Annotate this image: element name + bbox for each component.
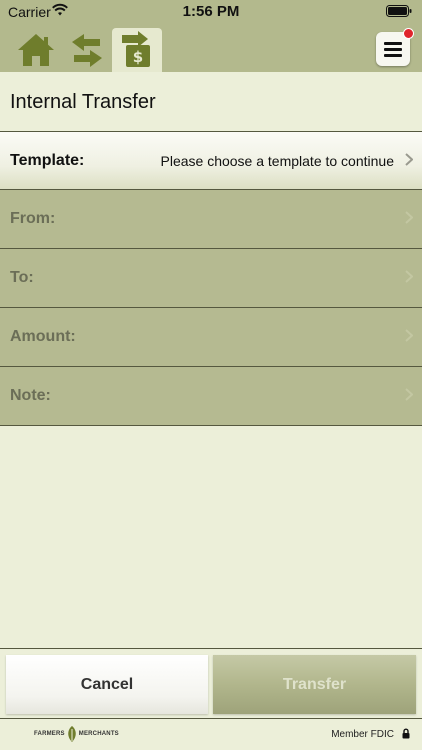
leaf-logo-icon (68, 726, 76, 742)
template-value: Please choose a template to continue (160, 153, 395, 169)
page-title: Internal Transfer (10, 91, 156, 113)
note-row[interactable]: Note: (0, 367, 422, 426)
menu-button[interactable] (376, 28, 414, 66)
status-bar: Carrier 1:56 PM (0, 0, 422, 24)
lock-icon (402, 728, 410, 739)
chevron-right-icon (405, 388, 413, 401)
amount-row[interactable]: Amount: (0, 308, 422, 367)
page-header: Internal Transfer (0, 72, 422, 132)
hamburger-menu-icon (384, 41, 402, 57)
notification-badge (403, 28, 414, 39)
cancel-button[interactable]: Cancel (6, 655, 208, 714)
chevron-right-icon (405, 153, 413, 166)
home-tab[interactable] (11, 28, 61, 72)
transfer-form: Template: Please choose a template to co… (0, 132, 422, 426)
to-row[interactable]: To: (0, 249, 422, 308)
template-row[interactable]: Template: Please choose a template to co… (0, 132, 422, 190)
note-label: Note: (10, 387, 51, 404)
bank-logo: FARMERS MERCHANTS (34, 725, 119, 743)
amount-label: Amount: (10, 328, 76, 345)
transfer-button[interactable]: Transfer (213, 655, 416, 714)
svg-text:$: $ (133, 48, 143, 66)
action-bar: Cancel Transfer (0, 648, 422, 718)
logo-text-left: FARMERS (34, 731, 65, 737)
money-transfer-icon: $ (122, 31, 150, 67)
chevron-right-icon (405, 270, 413, 283)
from-label: From: (10, 210, 56, 227)
template-label: Template: (10, 152, 85, 169)
chevron-right-icon (405, 211, 413, 224)
nav-bar: $ (0, 24, 422, 72)
logo-text-right: MERCHANTS (78, 731, 119, 737)
internal-transfer-tab[interactable]: $ (112, 28, 162, 72)
battery-icon (386, 5, 412, 17)
transfer-arrows-icon (72, 34, 102, 67)
status-time: 1:56 PM (182, 3, 240, 20)
chevron-right-icon (405, 329, 413, 342)
home-icon (18, 34, 54, 66)
footer: FARMERS MERCHANTS Member FDIC (0, 718, 422, 750)
to-label: To: (10, 269, 34, 286)
from-row[interactable]: From: (0, 190, 422, 249)
transfers-tab[interactable] (62, 28, 112, 72)
member-fdic-label: Member FDIC (331, 729, 394, 740)
